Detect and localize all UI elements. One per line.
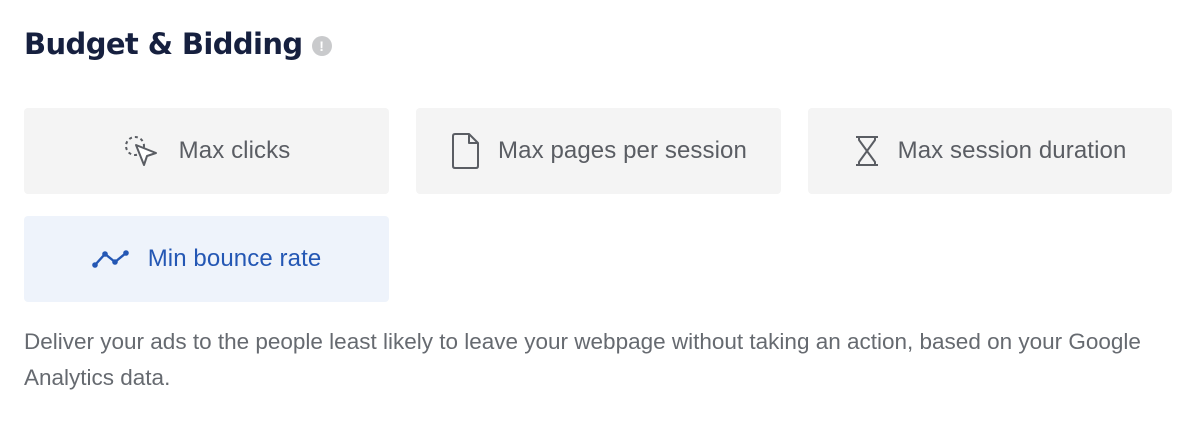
max-session-duration-option[interactable]: Max session duration	[808, 108, 1172, 194]
min-bounce-rate-label: Min bounce rate	[147, 245, 322, 272]
max-pages-per-session-label: Max pages per session	[498, 137, 747, 164]
hourglass-icon	[854, 134, 880, 168]
page-icon	[450, 132, 480, 170]
max-pages-per-session-option[interactable]: Max pages per session	[416, 108, 781, 194]
option-description: Deliver your ads to the people least lik…	[24, 329, 1141, 390]
min-bounce-rate-option[interactable]: Min bounce rate	[24, 216, 389, 302]
section-header: Budget & Bidding !	[24, 22, 332, 66]
max-clicks-label: Max clicks	[178, 137, 291, 164]
section-title: Budget & Bidding	[24, 27, 303, 61]
line-chart-icon	[91, 248, 130, 270]
info-icon[interactable]: !	[311, 36, 332, 56]
max-clicks-option[interactable]: Max clicks	[24, 108, 389, 194]
cursor-click-icon	[123, 134, 161, 168]
budget-bidding-section: Budget & Bidding ! Max clicks Max pages …	[0, 0, 1194, 422]
max-session-duration-label: Max session duration	[897, 137, 1127, 164]
